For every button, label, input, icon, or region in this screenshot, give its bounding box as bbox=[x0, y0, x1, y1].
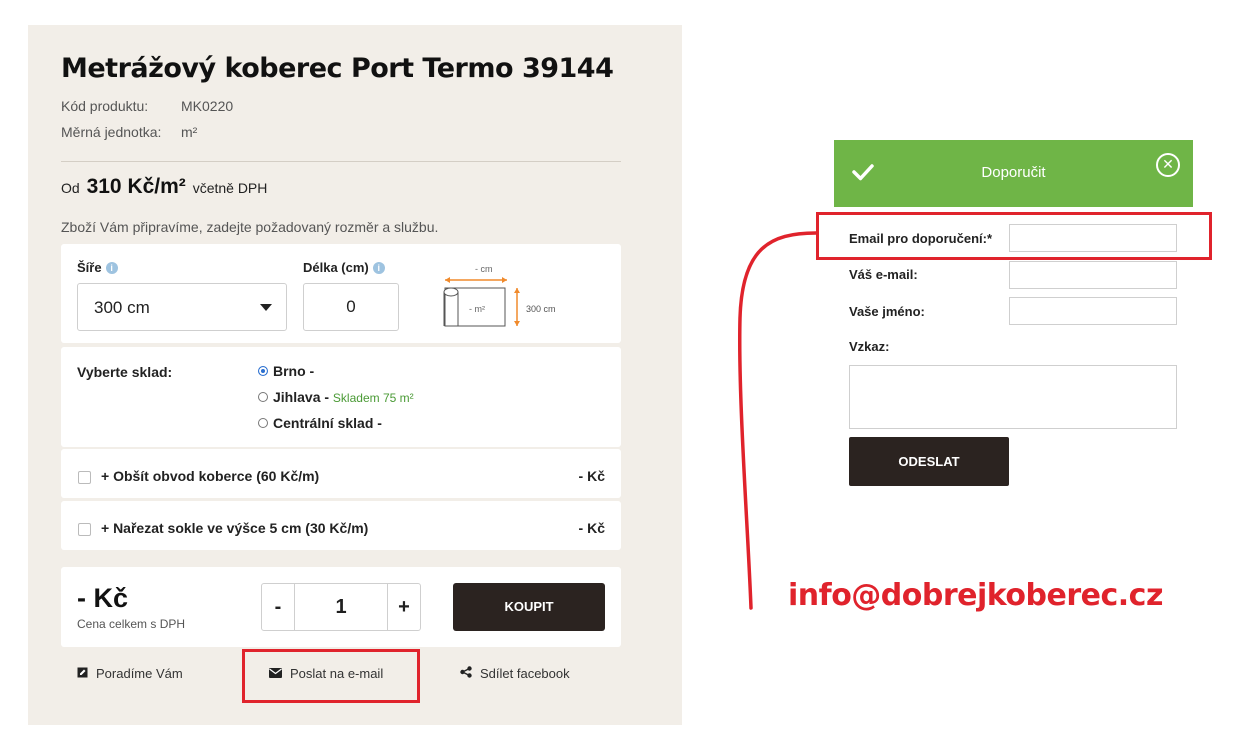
price-line: Od 310 Kč/m² včetně DPH bbox=[61, 175, 267, 199]
recommend-modal-header: Doporučit ✕ bbox=[834, 140, 1193, 207]
warehouse-label: Vyberte sklad: bbox=[77, 364, 173, 380]
unit-row: Měrná jednotka: m² bbox=[61, 124, 197, 140]
length-input[interactable]: 0 bbox=[303, 283, 399, 331]
your-name-label: Vaše jméno: bbox=[849, 304, 925, 319]
carpet-roll-diagram: - cm - m² 300 cm bbox=[443, 264, 556, 327]
divider bbox=[61, 161, 621, 162]
your-email-input[interactable] bbox=[1009, 261, 1177, 289]
width-select[interactable]: 300 cm bbox=[77, 283, 287, 331]
width-select-value: 300 cm bbox=[94, 298, 150, 317]
service-label: + Obšít obvod koberce (60 Kč/m) bbox=[101, 468, 320, 484]
prepare-note: Zboží Vám připravíme, zadejte požadovaný… bbox=[61, 219, 439, 235]
service-label: + Nařezat sokle ve výšce 5 cm (30 Kč/m) bbox=[101, 520, 369, 536]
close-icon[interactable]: ✕ bbox=[1156, 153, 1180, 177]
edit-icon bbox=[77, 667, 88, 681]
cart-card: - Kč Cena celkem s DPH - 1 + KOUPIT bbox=[61, 567, 621, 647]
warehouse-name: Jihlava - bbox=[273, 389, 330, 405]
info-icon[interactable]: i bbox=[372, 262, 385, 274]
advise-label: Poradíme Vám bbox=[96, 666, 183, 681]
length-label-row: Délka (cm) i bbox=[303, 260, 385, 275]
product-code-label: Kód produktu: bbox=[61, 98, 149, 114]
highlight-box-send-email bbox=[242, 649, 420, 703]
radio[interactable] bbox=[258, 392, 268, 402]
message-textarea[interactable] bbox=[849, 365, 1177, 429]
modal-title: Doporučit bbox=[981, 164, 1046, 181]
your-email-label: Váš e-mail: bbox=[849, 267, 918, 282]
stock-status: Skladem 75 m² bbox=[332, 391, 414, 405]
recipient-email-label: Email pro doporučení:* bbox=[849, 231, 993, 246]
warehouse-option-brno[interactable]: Brno - bbox=[258, 363, 314, 379]
warehouse-option-jihlava[interactable]: Jihlava - Skladem 75 m² bbox=[258, 389, 414, 405]
service-row[interactable]: + Nařezat sokle ve výšce 5 cm (30 Kč/m) … bbox=[61, 501, 621, 550]
annotation-email: info@dobrejkoberec.cz bbox=[788, 578, 1163, 613]
quantity-input[interactable]: 1 bbox=[294, 584, 388, 630]
checkbox[interactable] bbox=[78, 471, 91, 484]
price-prefix: Od bbox=[61, 180, 80, 196]
total-note: Cena celkem s DPH bbox=[77, 617, 186, 631]
service-price: - Kč bbox=[578, 520, 605, 536]
warehouse-name: Brno - bbox=[273, 363, 315, 379]
info-icon[interactable]: i bbox=[105, 262, 118, 274]
annotation-connector bbox=[738, 231, 818, 610]
diagram-side-label: 300 cm bbox=[526, 304, 556, 314]
service-price: - Kč bbox=[578, 468, 605, 484]
buy-button[interactable]: KOUPIT bbox=[453, 583, 605, 631]
your-name-input[interactable] bbox=[1009, 297, 1177, 325]
price-suffix: včetně DPH bbox=[192, 180, 268, 196]
length-label: Délka (cm) bbox=[303, 260, 369, 275]
diagram-area-label: - m² bbox=[469, 304, 485, 314]
caret-down-icon bbox=[260, 304, 272, 311]
submit-button[interactable]: ODESLAT bbox=[849, 437, 1009, 486]
product-code-row: Kód produktu: MK0220 bbox=[61, 98, 233, 114]
product-title: Metrážový koberec Port Termo 39144 bbox=[61, 53, 614, 84]
dimensions-card: Šíře i 300 cm Délka (cm) i 0 - cm - m² 300… bbox=[61, 244, 621, 343]
price-value: 310 Kč/m² bbox=[86, 175, 186, 198]
share-facebook-link[interactable]: Sdílet facebook bbox=[460, 666, 570, 681]
total-price: - Kč bbox=[77, 583, 129, 613]
warehouse-option-central[interactable]: Centrální sklad - bbox=[258, 415, 382, 431]
recipient-email-input[interactable] bbox=[1009, 224, 1177, 252]
advise-link[interactable]: Poradíme Vám bbox=[77, 666, 183, 681]
share-label: Sdílet facebook bbox=[480, 666, 570, 681]
increment-button[interactable]: + bbox=[388, 584, 420, 630]
width-label-row: Šíře i bbox=[77, 260, 118, 275]
decrement-button[interactable]: - bbox=[262, 584, 294, 630]
diagram-top-label: - cm bbox=[475, 264, 493, 274]
radio-selected[interactable] bbox=[258, 366, 268, 376]
share-icon bbox=[460, 666, 472, 681]
checkbox[interactable] bbox=[78, 523, 91, 536]
message-label: Vzkaz: bbox=[849, 339, 890, 354]
width-label: Šíře bbox=[77, 260, 102, 275]
radio[interactable] bbox=[258, 418, 268, 428]
unit-value: m² bbox=[181, 124, 198, 140]
unit-label: Měrná jednotka: bbox=[61, 124, 162, 140]
warehouse-name: Centrální sklad - bbox=[273, 415, 382, 431]
warehouse-card: Vyberte sklad: Brno - Jihlava - Skladem … bbox=[61, 347, 621, 447]
quantity-stepper: - 1 + bbox=[261, 583, 421, 631]
product-panel: Metrážový koberec Port Termo 39144 Kód p… bbox=[28, 25, 682, 725]
product-code-value: MK0220 bbox=[181, 98, 234, 114]
service-row[interactable]: + Obšít obvod koberce (60 Kč/m) - Kč bbox=[61, 449, 621, 498]
